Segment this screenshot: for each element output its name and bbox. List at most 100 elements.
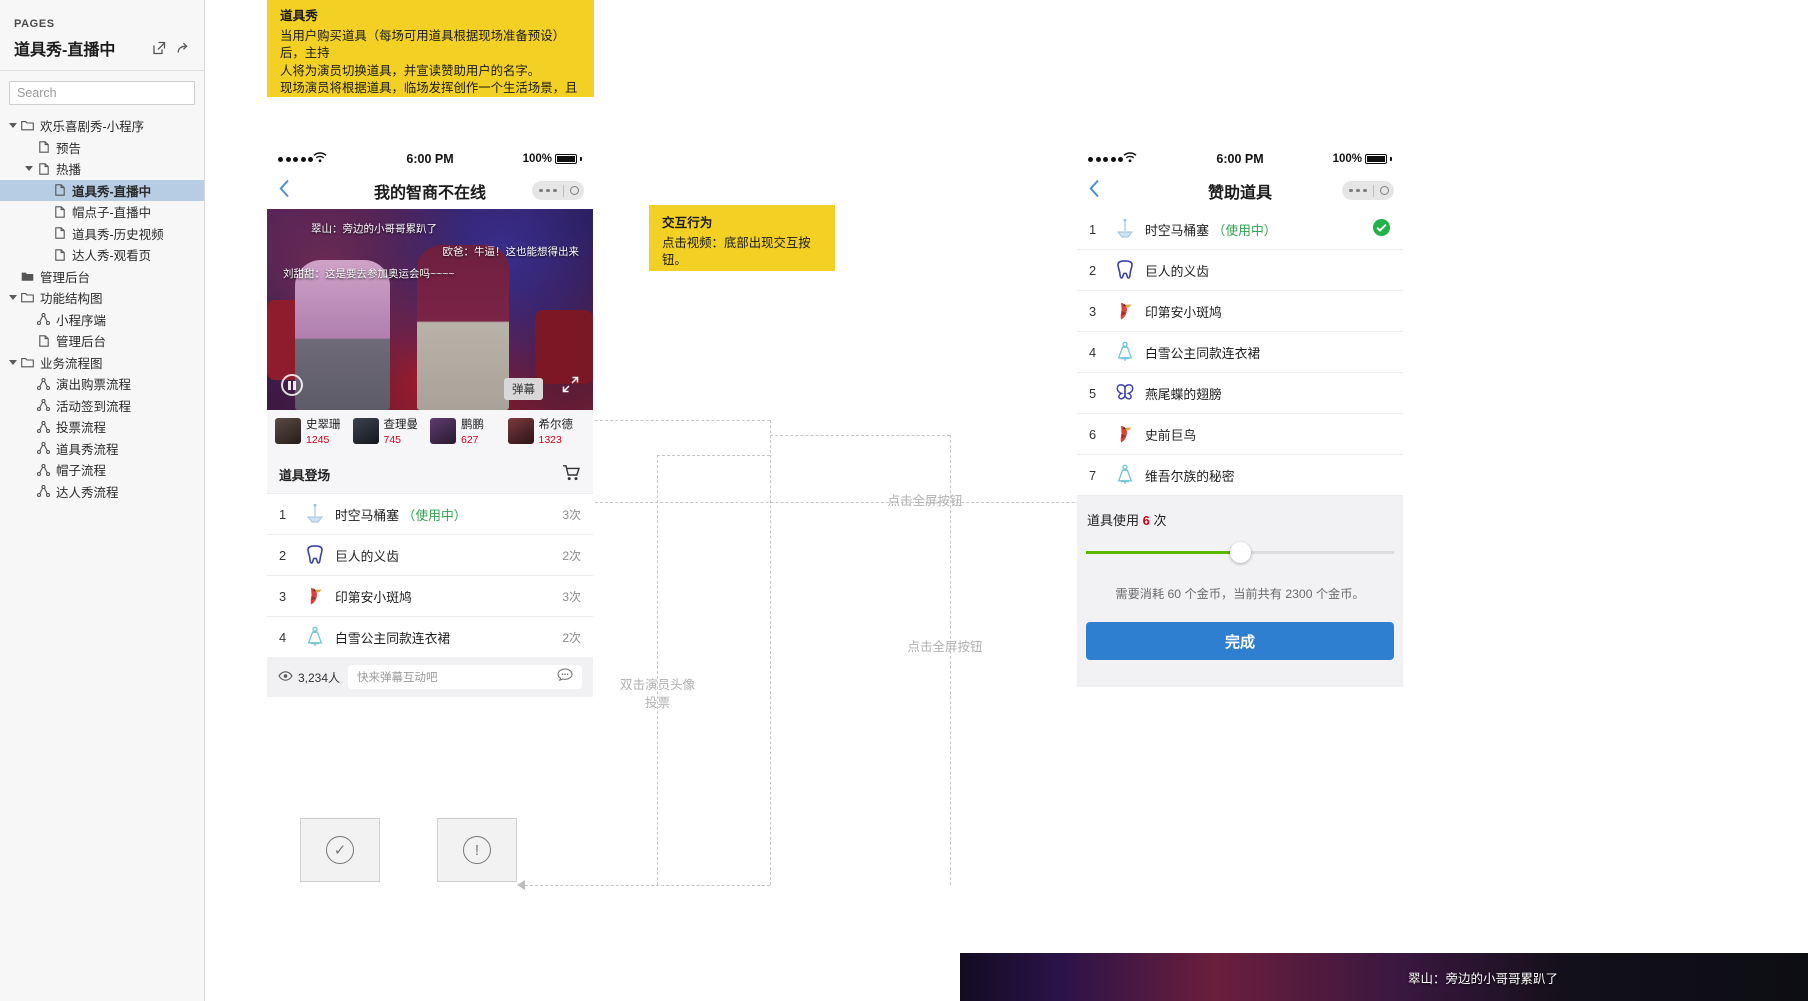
search-input[interactable] bbox=[9, 81, 195, 105]
note-interaction-title: 交互行为 bbox=[662, 216, 713, 230]
sponsor-prop-row[interactable]: 5 燕尾蝶的翅膀 bbox=[1077, 373, 1403, 414]
fullscreen-icon[interactable] bbox=[562, 376, 579, 398]
slider-knob[interactable] bbox=[1230, 542, 1251, 563]
sidebar-item-16[interactable]: 帽子流程 bbox=[0, 459, 204, 481]
sponsor-prop-row[interactable]: 6 史前巨鸟 bbox=[1077, 414, 1403, 455]
sidebar-item-17[interactable]: 达人秀流程 bbox=[0, 481, 204, 503]
sidebar-item-8[interactable]: 功能结构图 bbox=[0, 287, 204, 309]
prop-index: 2 bbox=[1089, 262, 1097, 278]
prop-name: 印第安小斑鸠 bbox=[335, 589, 412, 605]
flow-connector-mid-top bbox=[590, 420, 770, 421]
flow-connector-vert-right bbox=[950, 435, 951, 885]
shopping-cart-icon[interactable] bbox=[562, 464, 581, 484]
actor-votes: 1323 bbox=[538, 434, 562, 446]
back-chevron-icon[interactable] bbox=[1089, 179, 1100, 203]
danmu-toggle-button[interactable]: 弹幕 bbox=[504, 378, 543, 400]
prop-row[interactable]: 4 白雪公主同款连衣裙 2次 bbox=[267, 616, 593, 657]
pages-tree: 欢乐喜剧秀-小程序 预告热播 道具秀-直播中帽点子-直播中 道具秀-历史视频达人秀-观… bbox=[0, 111, 204, 502]
avatar bbox=[430, 418, 456, 444]
status-battery: 100% bbox=[523, 153, 582, 165]
prop-row[interactable]: 1 时空马桶塞 （使用中） 3次 bbox=[267, 493, 593, 534]
actor-name: 鹏鹏 bbox=[461, 419, 484, 431]
prop-count: 2次 bbox=[562, 548, 581, 563]
parrot-icon bbox=[1109, 422, 1141, 446]
pause-button[interactable] bbox=[281, 374, 303, 396]
disclosure-caret-icon[interactable] bbox=[22, 166, 35, 172]
prop-index: 5 bbox=[1089, 385, 1097, 401]
sidebar-item-4[interactable]: 帽点子-直播中 bbox=[0, 201, 204, 223]
live-video-player[interactable]: 翠山：旁边的小哥哥累趴了 欧爸：牛逼！这也能想得出来 刘甜甜：这是要去参加奥运会… bbox=[267, 209, 593, 410]
sidebar-item-11[interactable]: 业务流程图 bbox=[0, 352, 204, 374]
prop-index: 2 bbox=[279, 547, 287, 563]
sidebar-item-12[interactable]: 演出购票流程 bbox=[0, 373, 204, 395]
flow-label-vote-2: 投票 bbox=[644, 696, 670, 710]
sidebar-item-label: 管理后台 bbox=[40, 270, 91, 285]
back-chevron-icon[interactable] bbox=[279, 179, 290, 203]
sidebar-item-label: 帽子流程 bbox=[56, 464, 107, 479]
actor-votes: 1245 bbox=[306, 434, 330, 446]
sidebar-item-0[interactable]: 欢乐喜剧秀-小程序 bbox=[0, 115, 204, 137]
bottom-strip-danmu: 翠山：旁边的小哥哥累趴了 bbox=[1408, 971, 1559, 986]
sponsor-prop-row[interactable]: 1 时空马桶塞 （使用中） bbox=[1077, 209, 1403, 250]
avatar bbox=[507, 418, 534, 444]
sponsor-prop-row[interactable]: 4 白雪公主同款连衣裙 bbox=[1077, 332, 1403, 373]
dress-icon bbox=[1109, 463, 1141, 487]
done-button[interactable]: 完成 bbox=[1086, 622, 1394, 660]
butterfly-icon bbox=[1109, 381, 1141, 405]
sponsor-prop-row[interactable]: 7 维吾尔族的秘密 bbox=[1077, 455, 1403, 496]
prop-row[interactable]: 3 印第安小斑鸠 3次 bbox=[267, 575, 593, 616]
sponsor-prop-row[interactable]: 3 印第安小斑鸠 bbox=[1077, 291, 1403, 332]
battery-icon bbox=[1365, 154, 1387, 164]
prop-count: 3次 bbox=[562, 589, 581, 604]
actor-item[interactable]: 史翠珊 1245 bbox=[275, 418, 353, 446]
sidebar-title-row: 道具秀-直播中 bbox=[14, 36, 190, 60]
page-icon bbox=[51, 227, 68, 239]
flow-icon bbox=[35, 485, 52, 498]
page-icon bbox=[35, 141, 52, 153]
actor-item[interactable]: 查理曼 745 bbox=[352, 418, 431, 446]
sidebar-item-label: 热播 bbox=[56, 163, 82, 178]
sidebar-item-6[interactable]: 达人秀-观看页 bbox=[0, 244, 204, 266]
actor-name: 查理曼 bbox=[383, 419, 419, 431]
note-props-line1: 当用户购买道具（每场可用道具根据现场准备预设）后，主持 bbox=[280, 28, 565, 61]
comment-bubble-icon[interactable] bbox=[557, 667, 573, 687]
disclosure-caret-icon[interactable] bbox=[6, 295, 19, 301]
sidebar-item-label: 帽点子-直播中 bbox=[72, 206, 152, 221]
miniprogram-capsule-left[interactable] bbox=[532, 181, 584, 200]
actor-item[interactable]: 希尔德 1323 bbox=[507, 418, 586, 446]
prop-row[interactable]: 2 巨人的义齿 2次 bbox=[267, 534, 593, 575]
prop-name: 白雪公主同款连衣裙 bbox=[335, 630, 451, 646]
disclosure-caret-icon[interactable] bbox=[6, 123, 19, 129]
sidebar-item-13[interactable]: 活动签到流程 bbox=[0, 395, 204, 417]
prop-index: 6 bbox=[1089, 426, 1097, 442]
sidebar-item-7[interactable]: 管理后台 bbox=[0, 266, 204, 288]
miniprogram-capsule-right[interactable] bbox=[1342, 181, 1394, 200]
sidebar-item-3[interactable]: 道具秀-直播中 bbox=[0, 179, 204, 201]
sponsor-prop-row[interactable]: 2 巨人的义齿 bbox=[1077, 250, 1403, 291]
sidebar-item-9[interactable]: 小程序端 bbox=[0, 309, 204, 331]
sidebar-item-15[interactable]: 道具秀流程 bbox=[0, 438, 204, 460]
parrot-icon bbox=[299, 584, 331, 608]
flow-node-success[interactable]: ✓ bbox=[300, 818, 380, 882]
sidebar-item-label: 功能结构图 bbox=[40, 292, 103, 307]
sidebar-item-label: 道具秀-历史视频 bbox=[72, 227, 164, 242]
prop-index: 3 bbox=[279, 588, 287, 604]
prop-name: 史前巨鸟 bbox=[1145, 427, 1197, 443]
actor-vote-row[interactable]: 史翠珊 1245 查理曼 745 鹏鹏 627 希尔德 1323 bbox=[267, 410, 593, 455]
sidebar-item-14[interactable]: 投票流程 bbox=[0, 416, 204, 438]
sidebar-kicker: PAGES bbox=[14, 18, 55, 30]
open-external-icon[interactable] bbox=[152, 41, 166, 55]
actor-item[interactable]: 鹏鹏 627 bbox=[430, 418, 508, 446]
disclosure-caret-icon[interactable] bbox=[6, 359, 19, 365]
sidebar-item-1[interactable]: 预告 bbox=[0, 137, 204, 159]
phone-mockup-sponsor: 6:00 PM 100% 赞助道具 1 时空马桶塞 （使用中） 2 巨人的义齿 3 印第安… bbox=[1077, 145, 1403, 687]
actor-votes: 745 bbox=[383, 434, 402, 446]
prop-index: 7 bbox=[1089, 467, 1097, 483]
danmu-text-input[interactable]: 快来弹幕互动吧 bbox=[348, 665, 582, 689]
sidebar-item-2[interactable]: 热播 bbox=[0, 158, 204, 180]
usage-slider[interactable] bbox=[1086, 540, 1394, 566]
sidebar-item-10[interactable]: 管理后台 bbox=[0, 330, 204, 352]
share-arrow-icon[interactable] bbox=[176, 41, 190, 55]
flow-node-warning[interactable]: ! bbox=[437, 818, 517, 882]
sidebar-item-5[interactable]: 道具秀-历史视频 bbox=[0, 223, 204, 245]
